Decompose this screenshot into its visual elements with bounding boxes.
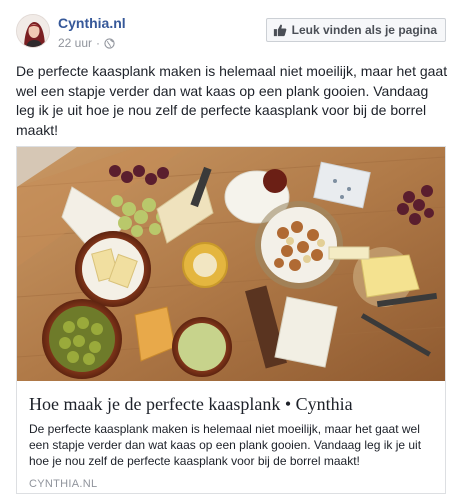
facebook-post: Cynthia.nl 22 uur · Leuk vinden als je p… xyxy=(0,0,462,504)
meta-separator: · xyxy=(96,36,101,50)
like-as-page-button[interactable]: Leuk vinden als je pagina xyxy=(265,18,446,42)
page-avatar[interactable] xyxy=(16,14,50,48)
link-preview-card[interactable]: Hoe maak je de perfecte kaasplank • Cynt… xyxy=(16,146,446,494)
cheese-board-photo xyxy=(17,147,445,381)
post-timestamp[interactable]: 22 uur xyxy=(58,36,92,50)
link-preview-image[interactable] xyxy=(17,147,445,381)
post-message: De perfecte kaasplank maken is helemaal … xyxy=(16,63,448,138)
link-preview-description: De perfecte kaasplank maken is helemaal … xyxy=(29,422,422,468)
link-preview-title[interactable]: Hoe maak je de perfecte kaasplank • Cynt… xyxy=(29,393,433,415)
thumbs-up-icon xyxy=(273,24,286,37)
globe-icon[interactable] xyxy=(104,37,115,49)
like-as-page-label: Leuk vinden als je pagina xyxy=(291,23,437,37)
post-meta: 22 uur · xyxy=(58,36,115,50)
link-preview-domain: CYNTHIA.NL xyxy=(29,478,98,490)
page-name-link[interactable]: Cynthia.nl xyxy=(58,15,126,31)
link-preview-text[interactable]: Hoe maak je de perfecte kaasplank • Cynt… xyxy=(17,381,445,493)
avatar-portrait-icon xyxy=(17,15,49,47)
post-header: Cynthia.nl 22 uur · Leuk vinden als je p… xyxy=(16,12,446,56)
